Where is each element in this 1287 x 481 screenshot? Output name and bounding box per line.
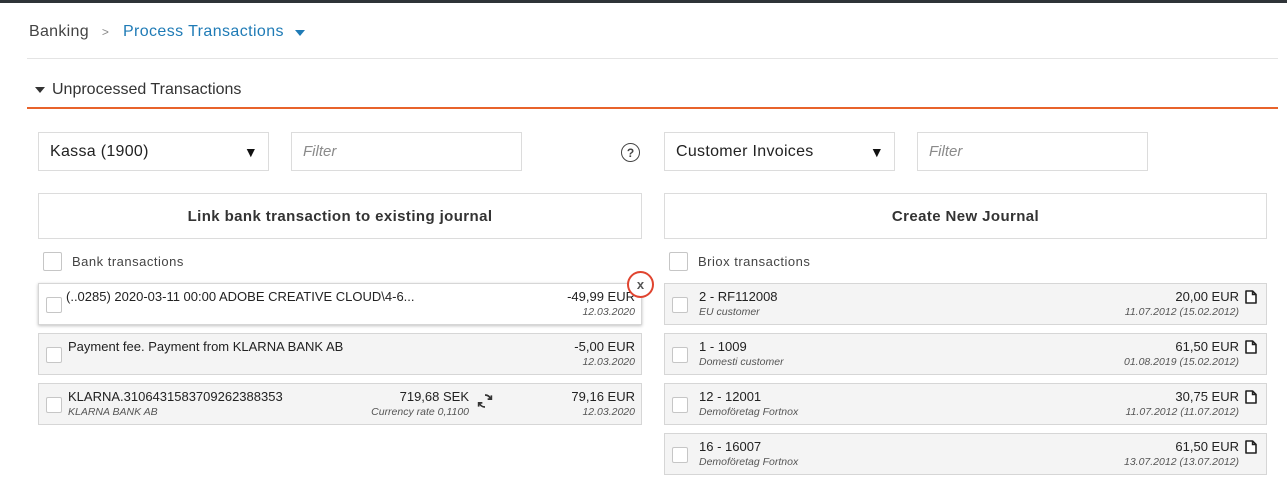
bank-transactions-label: Bank transactions xyxy=(72,254,184,269)
document-icon[interactable] xyxy=(1245,290,1257,304)
briox-transactions-header: Briox transactions xyxy=(669,252,810,271)
row-checkbox[interactable] xyxy=(672,397,688,413)
row-checkbox[interactable] xyxy=(672,297,688,313)
invoice-customer: Demoföretag Fortnox xyxy=(699,456,799,468)
invoice-date: 13.07.2012 (13.07.2012) xyxy=(1123,456,1239,468)
breadcrumb-banking[interactable]: Banking xyxy=(29,23,89,41)
document-icon[interactable] xyxy=(1245,440,1257,454)
create-journal-button[interactable]: Create New Journal xyxy=(664,193,1267,239)
briox-transaction-row[interactable]: 16 - 16007 Demoföretag Fortnox 61,50 EUR… xyxy=(664,433,1267,475)
invoice-amount: 61,50 EUR xyxy=(1175,439,1239,454)
transaction-date: 12.03.2020 xyxy=(582,306,635,318)
row-checkbox[interactable] xyxy=(672,347,688,363)
close-icon[interactable]: x xyxy=(627,271,654,298)
link-transaction-button[interactable]: Link bank transaction to existing journa… xyxy=(38,193,642,239)
row-checkbox[interactable] xyxy=(46,347,62,363)
briox-transactions-label: Briox transactions xyxy=(698,254,811,269)
transaction-date: 12.03.2020 xyxy=(582,406,635,418)
transaction-amount: 79,16 EUR xyxy=(571,389,635,404)
invoice-title: 2 - RF112008 xyxy=(699,289,778,304)
account-select[interactable]: Kassa (1900) ▼ xyxy=(38,132,269,171)
refresh-icon[interactable] xyxy=(476,392,494,410)
invoice-amount: 61,50 EUR xyxy=(1175,339,1239,354)
invoice-date: 11.07.2012 (15.02.2012) xyxy=(1124,306,1239,318)
transaction-description: KLARNA.31064315837092623883​53 xyxy=(68,389,283,404)
briox-transaction-row[interactable]: 2 - RF112008 EU customer 20,00 EUR 11.07… xyxy=(664,283,1267,325)
transaction-type-value: Customer Invoices xyxy=(676,142,814,160)
invoice-customer: Demoföretag Fortnox xyxy=(699,406,799,418)
briox-transaction-row[interactable]: 12 - 12001 Demoföretag Fortnox 30,75 EUR… xyxy=(664,383,1267,425)
invoice-title: 12 - 12001 xyxy=(699,389,762,404)
invoice-title: 16 - 16007 xyxy=(699,439,762,454)
section-toggle[interactable]: Unprocessed Transactions xyxy=(35,80,241,100)
invoice-date: 11.07.2012 (11.07.2012) xyxy=(1125,406,1239,418)
document-icon[interactable] xyxy=(1245,390,1257,404)
chevron-down-icon[interactable] xyxy=(294,30,305,36)
breadcrumb-separator: > xyxy=(101,25,109,39)
invoice-amount: 30,75 EUR xyxy=(1175,389,1239,404)
transaction-counterparty: KLARNA BANK AB xyxy=(68,406,158,418)
breadcrumb: Banking > Process Transactions xyxy=(29,22,305,42)
divider xyxy=(27,58,1278,59)
transaction-amount: -5,00 EUR xyxy=(574,339,635,354)
document-icon[interactable] xyxy=(1245,340,1257,354)
invoice-customer: EU customer xyxy=(699,306,760,318)
caret-down-icon xyxy=(35,87,45,93)
transaction-date: 12.03.2020 xyxy=(582,356,635,368)
foreign-amount: 719,68 SEK xyxy=(399,389,469,404)
select-all-briox-checkbox[interactable] xyxy=(669,252,688,271)
triangle-down-icon: ▼ xyxy=(243,144,258,160)
transaction-type-select[interactable]: Customer Invoices ▼ xyxy=(664,132,895,171)
transaction-description: Payment fee. Payment from KLARNA BANK AB xyxy=(68,339,344,354)
select-all-bank-checkbox[interactable] xyxy=(43,252,62,271)
breadcrumb-process-transactions[interactable]: Process Transactions xyxy=(123,23,284,41)
section-title: Unprocessed Transactions xyxy=(52,81,242,98)
transaction-description: (..0285) 2020-03-11 00:00 ADOBE CREATIVE… xyxy=(66,289,415,304)
briox-filter-input[interactable] xyxy=(917,132,1148,171)
row-checkbox[interactable] xyxy=(672,447,688,463)
invoice-date: 01.08.2019 (15.02.2012) xyxy=(1123,356,1239,368)
top-bar xyxy=(0,0,1287,3)
bank-transaction-row[interactable]: (..0285) 2020-03-11 00:00 ADOBE CREATIVE… xyxy=(38,283,642,325)
row-checkbox[interactable] xyxy=(46,397,62,413)
triangle-down-icon: ▼ xyxy=(869,144,884,160)
bank-transaction-row[interactable]: KLARNA.31064315837092623883​53 KLARNA BA… xyxy=(38,383,642,425)
bank-transactions-header: Bank transactions xyxy=(43,252,184,271)
bank-filter-input[interactable] xyxy=(291,132,522,171)
invoice-customer: Domesti customer xyxy=(699,356,784,368)
invoice-amount: 20,00 EUR xyxy=(1175,289,1239,304)
invoice-title: 1 - 1009 xyxy=(699,339,747,354)
transaction-amount: -49,99 EUR xyxy=(567,289,635,304)
account-select-value: Kassa (1900) xyxy=(50,142,149,160)
row-checkbox[interactable] xyxy=(46,297,62,313)
bank-transaction-row[interactable]: Payment fee. Payment from KLARNA BANK AB… xyxy=(38,333,642,375)
currency-rate: Currency rate 0,1100 xyxy=(371,406,469,418)
briox-transaction-row[interactable]: 1 - 1009 Domesti customer 61,50 EUR 01.0… xyxy=(664,333,1267,375)
section-underline xyxy=(27,107,1278,109)
question-circle-icon[interactable]: ? xyxy=(621,143,640,162)
